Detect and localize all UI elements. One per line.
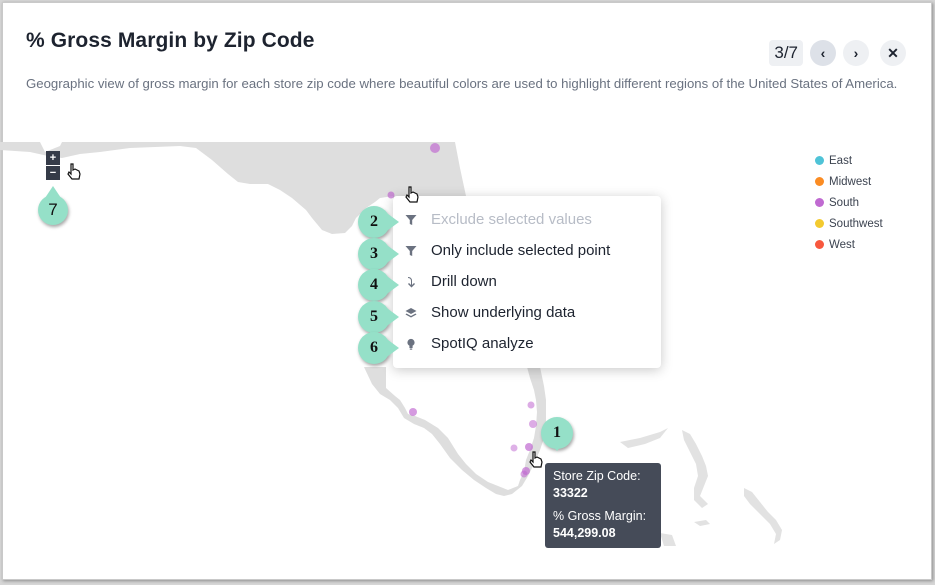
callout-pointer: [384, 211, 399, 233]
menu-item-label: Drill down: [431, 273, 497, 290]
map-data-point[interactable]: [525, 443, 533, 451]
map-data-point[interactable]: [527, 401, 535, 409]
legend-item-west[interactable]: West: [815, 234, 883, 255]
legend-label: West: [829, 238, 855, 251]
data-tooltip: Store Zip Code: 33322 % Gross Margin: 54…: [545, 463, 661, 548]
chevron-right-icon: ›: [853, 45, 859, 61]
previous-button[interactable]: ‹: [810, 40, 836, 66]
land-island: [620, 428, 668, 448]
close-button[interactable]: ✕: [880, 40, 906, 66]
next-button[interactable]: ›: [843, 40, 869, 66]
pager: 3/7 ‹ › ✕: [769, 40, 906, 66]
menu-item-only-include-selected-point[interactable]: Only include selected point: [393, 235, 661, 266]
map-data-point[interactable]: [409, 408, 417, 416]
zoom-in-button[interactable]: +: [46, 151, 60, 165]
zoom-out-button[interactable]: −: [46, 166, 60, 180]
legend-label: Midwest: [829, 175, 872, 188]
menu-item-label: Show underlying data: [431, 304, 576, 321]
tooltip-margin-value: 544,299.08: [553, 526, 616, 540]
map-data-point[interactable]: [430, 143, 440, 153]
hand-cursor-icon: [529, 451, 543, 468]
legend-label: Southwest: [829, 217, 883, 230]
menu-item-label: Exclude selected values: [431, 211, 592, 228]
land-island: [682, 430, 708, 508]
drill-down-arrow-icon: [405, 276, 417, 288]
menu-item-label: SpotIQ analyze: [431, 335, 534, 352]
legend-swatch: [815, 198, 824, 207]
menu-item-label: Only include selected point: [431, 242, 611, 259]
map-data-point[interactable]: [510, 444, 518, 452]
land-island: [694, 520, 710, 526]
legend-swatch: [815, 156, 824, 165]
hand-cursor-icon: [67, 163, 81, 180]
legend-label: East: [829, 154, 853, 167]
callout-pointer: [384, 274, 399, 296]
legend-item-midwest[interactable]: Midwest: [815, 171, 883, 192]
callout-7: 7: [38, 195, 68, 225]
menu-item-spotiq-analyze[interactable]: SpotIQ analyze: [393, 328, 661, 359]
layers-icon: [405, 307, 417, 319]
pager-count: 3/7: [769, 40, 803, 66]
legend-item-east[interactable]: East: [815, 150, 883, 171]
legend: East Midwest South Southwest West: [815, 150, 883, 255]
chart-title: % Gross Margin by Zip Code: [26, 29, 315, 52]
chevron-left-icon: ‹: [820, 45, 826, 61]
map-data-point[interactable]: [529, 420, 537, 428]
legend-swatch: [815, 219, 824, 228]
menu-item-show-underlying-data[interactable]: Show underlying data: [393, 297, 661, 328]
menu-item-exclude-selected-values[interactable]: Exclude selected values: [393, 204, 661, 235]
menu-item-drill-down[interactable]: Drill down: [393, 266, 661, 297]
filter-icon: [405, 214, 417, 226]
hand-cursor-icon: [405, 186, 419, 203]
land-island: [744, 488, 782, 544]
tooltip-zip-value: 33322: [553, 486, 588, 500]
legend-swatch: [815, 177, 824, 186]
callout-pointer: [548, 440, 566, 451]
callout-pointer: [45, 186, 61, 198]
lightbulb-icon: [405, 338, 417, 350]
land-peninsula: [364, 367, 546, 496]
context-menu: Exclude selected values Only include sel…: [393, 196, 661, 368]
chart-description: Geographic view of gross margin for each…: [26, 76, 898, 91]
callout-pointer: [384, 243, 399, 265]
tooltip-zip-label: Store Zip Code:: [553, 469, 641, 483]
legend-item-southwest[interactable]: Southwest: [815, 213, 883, 234]
land-island: [660, 533, 676, 546]
filter-icon: [405, 245, 417, 257]
zoom-controls: + −: [46, 151, 60, 180]
map-data-point[interactable]: [520, 470, 528, 478]
legend-label: South: [829, 196, 860, 209]
callout-pointer: [384, 306, 399, 328]
legend-item-south[interactable]: South: [815, 192, 883, 213]
legend-swatch: [815, 240, 824, 249]
callout-pointer: [384, 337, 399, 359]
tooltip-margin-label: % Gross Margin:: [553, 509, 647, 523]
close-icon: ✕: [887, 44, 899, 61]
